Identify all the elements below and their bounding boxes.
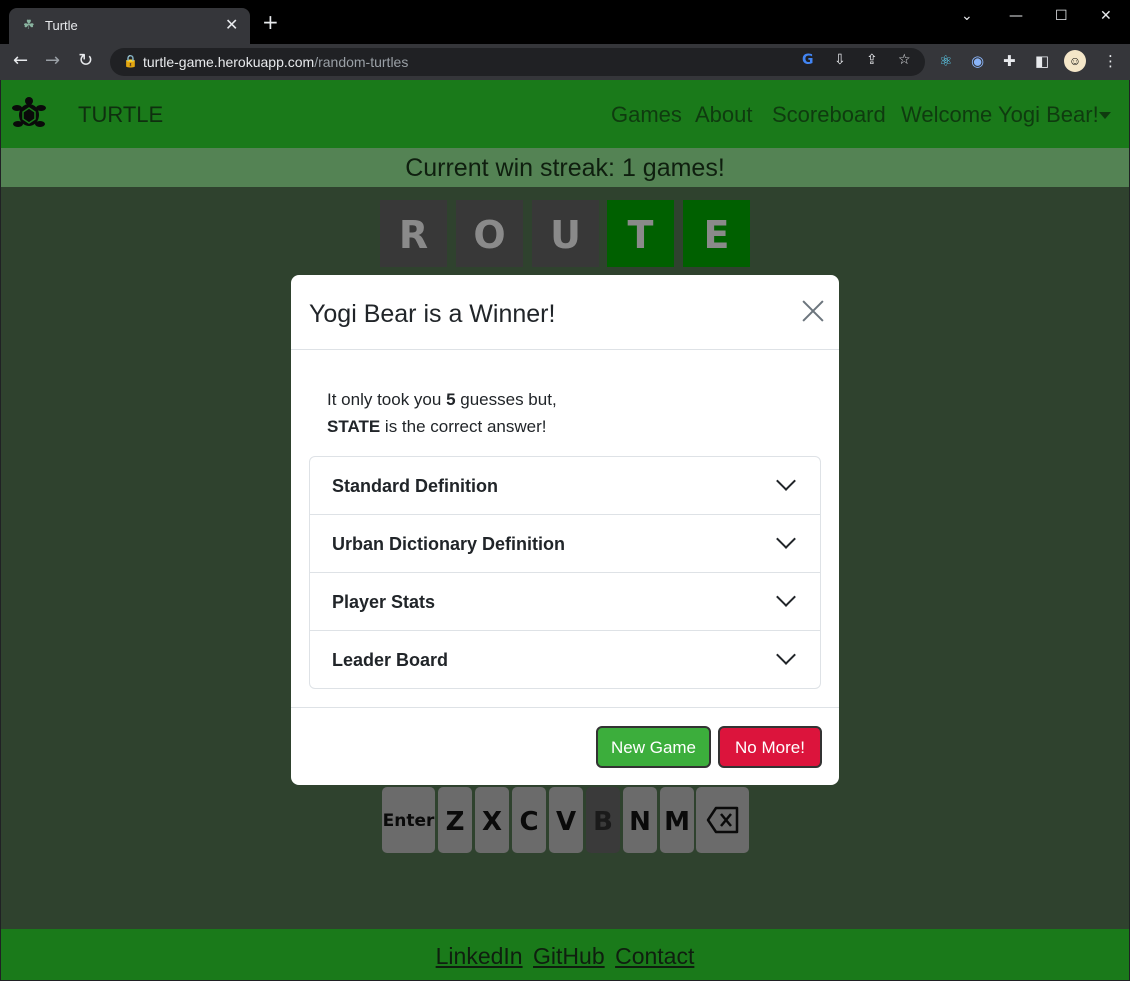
navbar: TURTLE Games About Scoreboard Welcome Yo… xyxy=(1,80,1129,148)
extensions-puzzle-icon[interactable]: ✚ xyxy=(1003,52,1016,70)
nav-link-games[interactable]: Games xyxy=(611,102,682,128)
back-icon[interactable]: ← xyxy=(13,51,28,71)
tab-search-icon[interactable]: ⌄ xyxy=(961,8,973,24)
modal-title: Yogi Bear is a Winner! xyxy=(309,300,556,328)
accordion-label: Leader Board xyxy=(332,650,449,670)
url-text: turtle-game.herokuapp.com/random-turtles xyxy=(143,54,409,70)
no-more-button[interactable]: No More! xyxy=(718,726,822,768)
modal-footer-divider xyxy=(291,707,839,708)
guess-tile: E xyxy=(683,200,750,267)
key-c[interactable]: C xyxy=(512,787,546,853)
address-bar[interactable]: 🔒 turtle-game.herokuapp.com/random-turtl… xyxy=(110,48,925,76)
accordion-label: Urban Dictionary Definition xyxy=(332,534,566,554)
key-v[interactable]: V xyxy=(549,787,583,853)
guess-tile: T xyxy=(607,200,674,267)
key-n[interactable]: N xyxy=(623,787,657,853)
accordion-urban-dictionary-definition[interactable]: Urban Dictionary Definition xyxy=(310,515,820,573)
answer-message: STATE is the correct answer! xyxy=(327,417,547,436)
answer-word: STATE xyxy=(327,417,381,436)
modal-header-divider xyxy=(291,349,839,350)
maximize-icon[interactable]: ☐ xyxy=(1055,8,1068,24)
accordion-standard-definition[interactable]: Standard Definition xyxy=(310,457,820,515)
accordion-leader-board[interactable]: Leader Board xyxy=(310,631,820,689)
brand-title[interactable]: TURTLE xyxy=(78,102,163,128)
lock-icon: 🔒 xyxy=(123,54,138,68)
react-devtools-icon[interactable]: ⚛ xyxy=(939,52,952,70)
backspace-icon xyxy=(706,806,738,834)
turtle-favicon-icon: ☘ xyxy=(23,18,35,33)
reload-icon[interactable]: ↻ xyxy=(78,51,93,71)
guess-row: R O U T E xyxy=(380,200,760,268)
dropdown-caret-icon[interactable] xyxy=(1099,112,1111,119)
key-b[interactable]: B xyxy=(586,787,620,853)
accordion-label: Player Stats xyxy=(332,592,436,612)
browser-toolbar: ← → ↻ 🔒 turtle-game.herokuapp.com/random… xyxy=(0,44,1130,80)
tab-close-icon[interactable]: ✕ xyxy=(225,15,238,34)
winner-modal: Yogi Bear is a Winner! It only took you … xyxy=(291,275,839,785)
win-streak-banner: Current win streak: 1 games! xyxy=(1,148,1129,187)
menu-kebab-icon[interactable]: ⋮ xyxy=(1103,52,1118,70)
share-icon[interactable]: ⇪ xyxy=(866,52,878,68)
guess-count: 5 xyxy=(446,390,456,409)
accordion-label: Standard Definition xyxy=(332,476,498,496)
turtle-logo-icon[interactable] xyxy=(11,96,47,132)
browser-tab-bar: ☘ Turtle ✕ + ⌄ — ☐ ✕ xyxy=(0,0,1130,44)
chevron-down-icon xyxy=(776,587,796,607)
guess-tile: U xyxy=(532,200,599,267)
guess-tile: R xyxy=(380,200,447,267)
nav-link-scoreboard[interactable]: Scoreboard xyxy=(772,102,886,128)
chevron-down-icon xyxy=(776,471,796,491)
nav-user-dropdown[interactable]: Welcome Yogi Bear! xyxy=(901,102,1099,128)
footer: LinkedIn GitHub Contact xyxy=(1,929,1129,980)
key-enter[interactable]: Enter xyxy=(382,787,435,853)
footer-link-contact[interactable]: Contact xyxy=(615,929,694,980)
key-z[interactable]: Z xyxy=(438,787,472,853)
key-m[interactable]: M xyxy=(660,787,694,853)
browser-tab[interactable]: ☘ Turtle ✕ xyxy=(9,8,250,44)
nav-link-about[interactable]: About xyxy=(695,102,753,128)
window-close-icon[interactable]: ✕ xyxy=(1100,8,1112,24)
result-accordion: Standard Definition Urban Dictionary Def… xyxy=(309,456,821,689)
new-tab-icon[interactable]: + xyxy=(262,12,279,32)
install-app-icon[interactable]: ⇩ xyxy=(834,52,846,68)
footer-link-github[interactable]: GitHub xyxy=(533,929,605,980)
bookmark-star-icon[interactable]: ☆ xyxy=(898,52,911,68)
google-lens-icon[interactable]: G xyxy=(802,52,814,68)
result-message: It only took you 5 guesses but, xyxy=(327,390,557,409)
extension-icon[interactable]: ◉ xyxy=(971,52,984,70)
chevron-down-icon xyxy=(776,645,796,665)
close-icon[interactable] xyxy=(801,299,825,323)
key-backspace[interactable] xyxy=(696,787,749,853)
key-x[interactable]: X xyxy=(475,787,509,853)
new-game-button[interactable]: New Game xyxy=(596,726,711,768)
profile-avatar[interactable]: ☺ xyxy=(1064,50,1086,72)
minimize-icon[interactable]: — xyxy=(1009,8,1023,24)
footer-link-linkedin[interactable]: LinkedIn xyxy=(436,929,523,980)
accordion-player-stats[interactable]: Player Stats xyxy=(310,573,820,631)
forward-icon[interactable]: → xyxy=(45,51,60,71)
chevron-down-icon xyxy=(776,529,796,549)
side-panel-icon[interactable]: ◧ xyxy=(1035,52,1049,70)
guess-tile: O xyxy=(456,200,523,267)
tab-title: Turtle xyxy=(45,18,78,33)
